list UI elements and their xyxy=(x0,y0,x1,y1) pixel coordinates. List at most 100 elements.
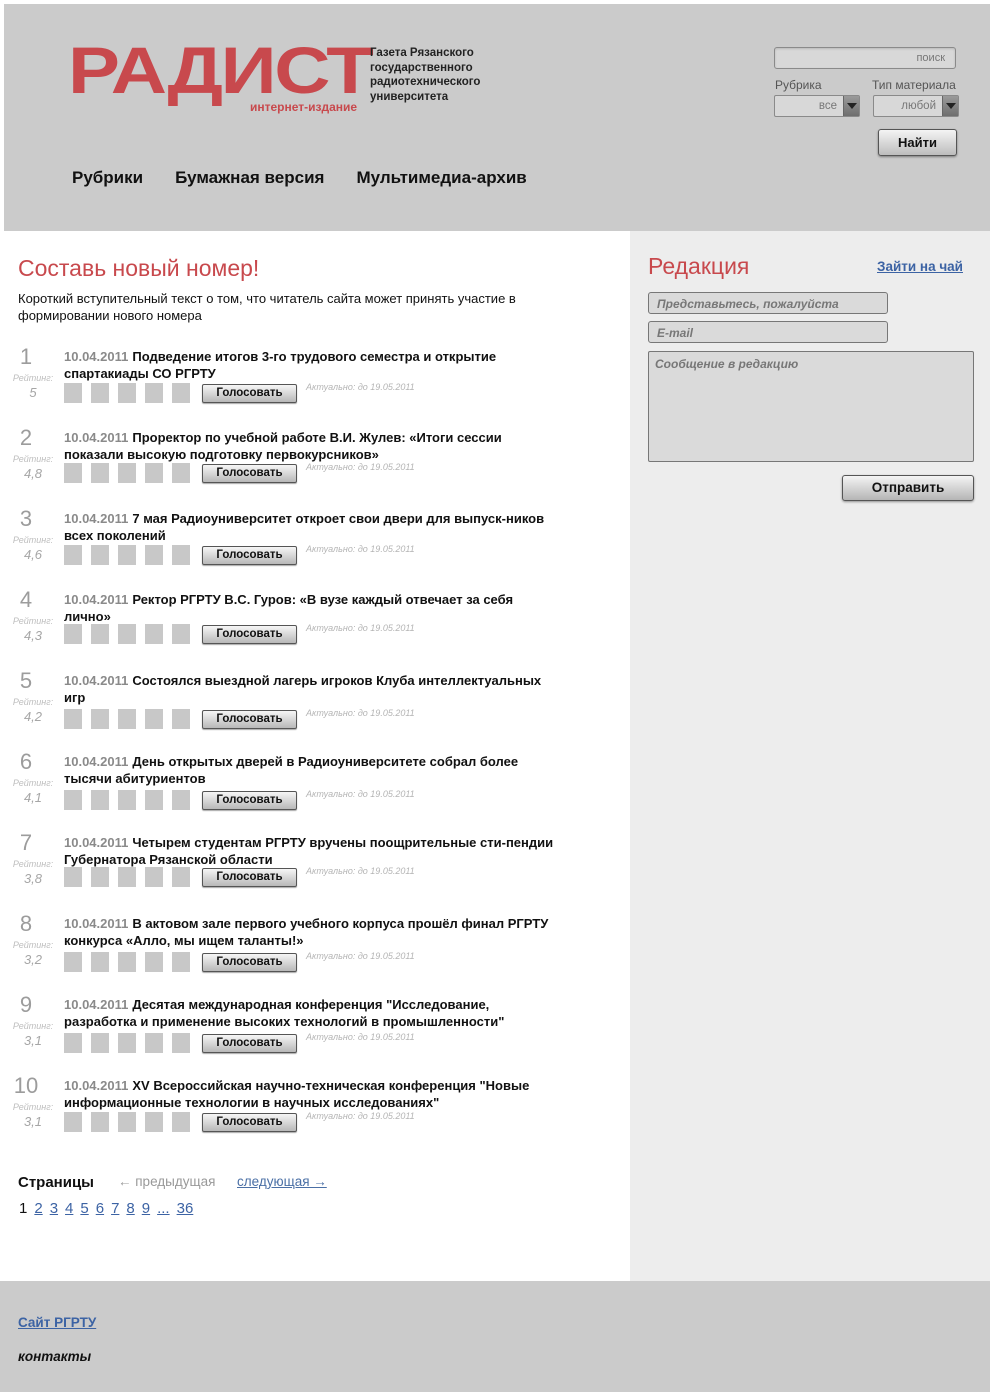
rating-star[interactable] xyxy=(91,545,109,565)
footer-contacts[interactable]: контакты xyxy=(18,1349,91,1364)
pager-next-link[interactable]: следующая → xyxy=(237,1174,327,1189)
rating-star[interactable] xyxy=(118,952,136,972)
item-headline[interactable]: 10.04.2011 XV Всероссийская научно-технич… xyxy=(64,1077,554,1111)
rating-star[interactable] xyxy=(145,1112,163,1132)
page-link-8[interactable]: 8 xyxy=(126,1200,134,1217)
item-headline[interactable]: 10.04.2011 7 мая Радиоуниверситет откроет… xyxy=(64,510,554,544)
page-link-7[interactable]: 7 xyxy=(111,1200,119,1217)
chevron-down-icon[interactable] xyxy=(843,96,859,116)
rating-star[interactable] xyxy=(64,790,82,810)
item-title[interactable]: Четырем студентам РГРТУ вручены поощрите… xyxy=(64,835,553,867)
item-title[interactable]: Ректор РГРТУ В.С. Гуров: «В вузе каждый … xyxy=(64,592,513,624)
rating-star[interactable] xyxy=(64,867,82,887)
page-link-5[interactable]: 5 xyxy=(80,1200,88,1217)
rating-star[interactable] xyxy=(118,463,136,483)
item-headline[interactable]: 10.04.2011 День открытых дверей в Радиоун… xyxy=(64,753,554,787)
nav-item-rubrics[interactable]: Рубрики xyxy=(72,168,143,188)
rating-star[interactable] xyxy=(172,545,190,565)
rating-star[interactable] xyxy=(91,952,109,972)
rubric-select[interactable]: все xyxy=(774,95,860,117)
rating-star[interactable] xyxy=(145,952,163,972)
rating-star[interactable] xyxy=(172,790,190,810)
rating-star[interactable] xyxy=(145,463,163,483)
rating-star[interactable] xyxy=(172,383,190,403)
rating-star[interactable] xyxy=(64,624,82,644)
item-title[interactable]: Подведение итогов 3-го трудового семестр… xyxy=(64,349,496,381)
rating-star[interactable] xyxy=(118,1033,136,1053)
rating-star[interactable] xyxy=(91,624,109,644)
rating-star[interactable] xyxy=(118,867,136,887)
rating-star[interactable] xyxy=(172,463,190,483)
rating-star[interactable] xyxy=(91,463,109,483)
item-headline[interactable]: 10.04.2011 Ректор РГРТУ В.С. Гуров: «В ву… xyxy=(64,591,554,625)
rating-star[interactable] xyxy=(91,867,109,887)
rating-star[interactable] xyxy=(118,624,136,644)
rating-star[interactable] xyxy=(64,383,82,403)
rating-star[interactable] xyxy=(91,1033,109,1053)
rating-star[interactable] xyxy=(91,709,109,729)
page-link-9[interactable]: 9 xyxy=(142,1200,150,1217)
vote-button[interactable]: Голосовать xyxy=(202,546,297,565)
item-title[interactable]: Десятая международная конференция "Иссле… xyxy=(64,997,504,1029)
item-headline[interactable]: 10.04.2011 Подведение итогов 3-го трудово… xyxy=(64,348,554,382)
vote-button[interactable]: Голосовать xyxy=(202,1034,297,1053)
rating-star[interactable] xyxy=(145,1033,163,1053)
item-headline[interactable]: 10.04.2011 В актовом зале первого учебног… xyxy=(64,915,554,949)
name-field[interactable]: Представьтесь, пожалуйста xyxy=(648,292,888,314)
rating-star[interactable] xyxy=(145,545,163,565)
item-title[interactable]: День открытых дверей в Радиоуниверситете… xyxy=(64,754,518,786)
vote-button[interactable]: Голосовать xyxy=(202,710,297,729)
rating-star[interactable] xyxy=(118,545,136,565)
page-link-36[interactable]: 36 xyxy=(177,1200,194,1217)
item-headline[interactable]: 10.04.2011 Десятая международная конферен… xyxy=(64,996,554,1030)
rating-star[interactable] xyxy=(145,867,163,887)
rating-star[interactable] xyxy=(172,867,190,887)
page-link-2[interactable]: 2 xyxy=(34,1200,42,1217)
rating-star[interactable] xyxy=(145,709,163,729)
rating-star[interactable] xyxy=(64,1033,82,1053)
rating-star[interactable] xyxy=(118,1112,136,1132)
vote-button[interactable]: Голосовать xyxy=(202,464,297,483)
item-title[interactable]: Проректор по учебной работе В.И. Жулев: … xyxy=(64,430,502,462)
page-link-4[interactable]: 4 xyxy=(65,1200,73,1217)
nav-item-multimedia-archive[interactable]: Мультимедиа-архив xyxy=(356,168,526,188)
message-textarea[interactable]: Сообщение в редакцию xyxy=(648,351,974,462)
item-title[interactable]: Состоялся выездной лагерь игроков Клуба … xyxy=(64,673,541,705)
page-link-6[interactable]: 6 xyxy=(96,1200,104,1217)
rating-star[interactable] xyxy=(118,383,136,403)
item-headline[interactable]: 10.04.2011 Проректор по учебной работе В.… xyxy=(64,429,554,463)
rating-star[interactable] xyxy=(91,790,109,810)
tea-link[interactable]: Зайти на чай xyxy=(877,259,963,274)
item-title[interactable]: 7 мая Радиоуниверситет откроет свои двер… xyxy=(64,511,544,543)
rating-star[interactable] xyxy=(91,383,109,403)
rating-star[interactable] xyxy=(64,463,82,483)
search-input[interactable]: поиск xyxy=(774,47,956,69)
rating-star[interactable] xyxy=(172,709,190,729)
rating-star[interactable] xyxy=(145,624,163,644)
page-link-3[interactable]: 3 xyxy=(50,1200,58,1217)
material-type-select[interactable]: любой xyxy=(873,95,959,117)
rating-star[interactable] xyxy=(172,1112,190,1132)
vote-button[interactable]: Голосовать xyxy=(202,1113,297,1132)
rating-star[interactable] xyxy=(64,545,82,565)
rating-star[interactable] xyxy=(172,952,190,972)
rating-star[interactable] xyxy=(64,709,82,729)
vote-button[interactable]: Голосовать xyxy=(202,625,297,644)
rating-star[interactable] xyxy=(118,790,136,810)
email-field[interactable]: E-mail xyxy=(648,321,888,343)
rating-star[interactable] xyxy=(64,952,82,972)
rating-star[interactable] xyxy=(64,1112,82,1132)
find-button[interactable]: Найти xyxy=(878,129,957,156)
send-button[interactable]: Отправить xyxy=(842,475,974,501)
rating-star[interactable] xyxy=(118,709,136,729)
item-title[interactable]: В актовом зале первого учебного корпуса … xyxy=(64,916,548,948)
footer-site-link[interactable]: Сайт РГРТУ xyxy=(18,1315,96,1330)
nav-item-paper-version[interactable]: Бумажная версия xyxy=(175,168,324,188)
chevron-down-icon[interactable] xyxy=(942,96,958,116)
rating-star[interactable] xyxy=(145,790,163,810)
vote-button[interactable]: Голосовать xyxy=(202,953,297,972)
rating-star[interactable] xyxy=(172,1033,190,1053)
item-title[interactable]: XV Всероссийская научно-техническая конф… xyxy=(64,1078,529,1110)
rating-star[interactable] xyxy=(172,624,190,644)
rating-star[interactable] xyxy=(145,383,163,403)
